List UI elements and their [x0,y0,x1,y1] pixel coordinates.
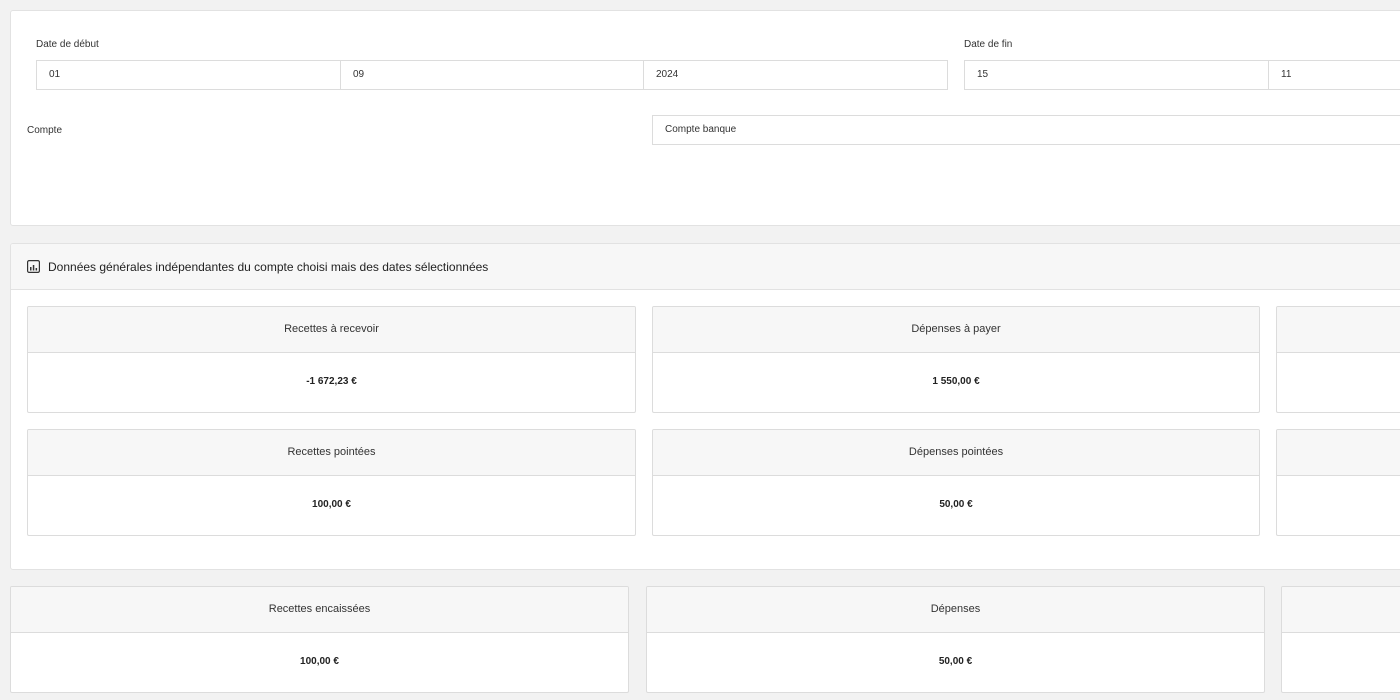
card-value: 1 550,00 € [932,376,980,387]
account-select[interactable]: Compte banque [652,115,1400,145]
card-label: Recettes pointées [28,430,635,476]
card-label: Dépenses à payer [653,307,1259,353]
start-month-input[interactable]: 09 [340,60,644,90]
card-label: Dépenses pointées [653,430,1259,476]
start-date-label: Date de début [36,39,99,50]
stat-card-partial [1281,586,1400,693]
page: Date de début 01 09 2024 Date de fin 15 … [0,0,1400,700]
end-day-input[interactable]: 15 [964,60,1269,90]
card-value: 100,00 € [312,499,351,510]
card-value: -1 672,23 € [306,376,357,387]
stat-card-recettes-a-recevoir: Recettes à recevoir -1 672,23 € [27,306,636,413]
card-value: 100,00 € [300,656,339,667]
filter-panel: Date de début 01 09 2024 Date de fin 15 … [10,10,1400,226]
stat-card-depenses-pointees: Dépenses pointées 50,00 € [652,429,1260,536]
card-label [1277,430,1400,476]
stat-card-recettes-pointees: Recettes pointées 100,00 € [27,429,636,536]
end-date-label: Date de fin [964,39,1013,50]
stat-card-partial [1276,306,1400,413]
card-label: Recettes à recevoir [28,307,635,353]
end-month-input[interactable]: 11 [1268,60,1400,90]
stat-card-depenses-a-payer: Dépenses à payer 1 550,00 € [652,306,1260,413]
start-day-input[interactable]: 01 [36,60,341,90]
card-label: Dépenses [647,587,1264,633]
general-data-panel: Données générales indépendantes du compt… [10,243,1400,570]
card-value: 50,00 € [938,656,973,667]
stat-card-recettes-encaissees: Recettes encaissées 100,00 € [10,586,629,693]
card-label [1282,587,1400,633]
stat-card-depenses: Dépenses 50,00 € [646,586,1265,693]
start-year-input[interactable]: 2024 [643,60,948,90]
card-value: 50,00 € [939,499,973,510]
panel-title: Données générales indépendantes du compt… [48,260,489,274]
card-label: Recettes encaissées [11,587,628,633]
chart-file-icon [27,260,40,273]
card-label [1277,307,1400,353]
panel-header: Données générales indépendantes du compt… [11,244,1400,290]
account-label: Compte [27,125,63,136]
stat-card-partial [1276,429,1400,536]
